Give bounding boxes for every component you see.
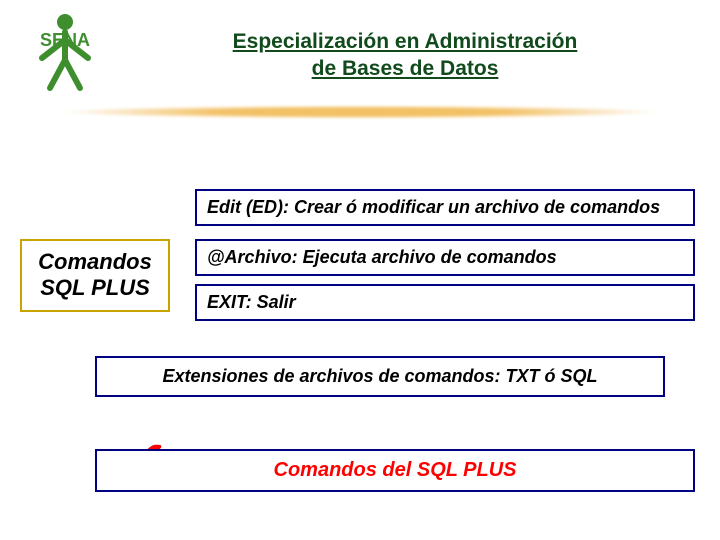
page-title: Especialización en Administración de Bas… bbox=[110, 28, 700, 83]
section-label-line1: Comandos bbox=[38, 249, 152, 274]
sena-logo: SENA bbox=[20, 10, 110, 95]
title-block: Especialización en Administración de Bas… bbox=[110, 10, 700, 83]
header: SENA Especialización en Administración d… bbox=[0, 0, 720, 95]
section-label-line2: SQL PLUS bbox=[40, 275, 150, 300]
extensions-text: Extensiones de archivos de comandos: TXT… bbox=[162, 366, 597, 386]
command-box-exit: EXIT: Salir bbox=[195, 284, 695, 321]
footer-text: Comandos del SQL PLUS bbox=[274, 459, 517, 481]
command-box-edit: Edit (ED): Crear ó modificar un archivo … bbox=[195, 189, 695, 226]
title-line-2: de Bases de Datos bbox=[312, 57, 499, 80]
extensions-box: Extensiones de archivos de comandos: TXT… bbox=[95, 356, 665, 397]
logo-text: SENA bbox=[40, 30, 90, 50]
command-text: Edit (ED): Crear ó modificar un archivo … bbox=[207, 197, 660, 217]
command-text: EXIT: Salir bbox=[207, 292, 296, 312]
title-line-1: Especialización en Administración bbox=[233, 30, 578, 53]
section-label: Comandos SQL PLUS bbox=[20, 239, 170, 312]
brush-underline bbox=[60, 105, 660, 119]
command-box-archivo: @Archivo: Ejecuta archivo de comandos bbox=[195, 239, 695, 276]
command-text: @Archivo: Ejecuta archivo de comandos bbox=[207, 247, 557, 267]
footer-box: Comandos del SQL PLUS bbox=[95, 449, 695, 492]
